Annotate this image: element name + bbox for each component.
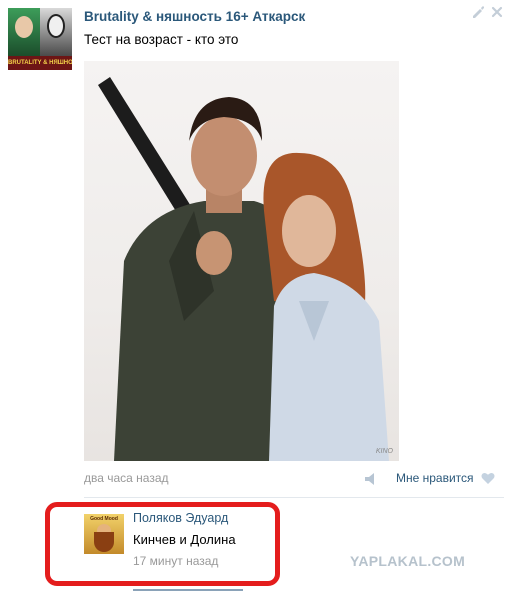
close-icon[interactable]: [490, 5, 504, 19]
group-name-link[interactable]: Brutality & няшность 16+ Аткарск: [84, 9, 305, 24]
post-text: Тест на возраст - кто это: [84, 32, 239, 47]
rifle-barrel: [98, 77, 194, 221]
commenter-avatar-text: Good Mood: [90, 516, 118, 522]
photo-illustration: [98, 77, 389, 461]
comment-author-link[interactable]: Поляков Эдуард: [133, 511, 228, 525]
commenter-avatar-beard: [94, 532, 114, 552]
wall-post: BRUTALITY & НЯШНОСТЬ Brutality & няшност…: [0, 0, 512, 591]
heart-icon[interactable]: [481, 472, 495, 485]
woman-face: [282, 195, 336, 267]
commenter-avatar[interactable]: Good Mood: [84, 514, 124, 554]
next-comment-peek: [133, 586, 243, 591]
woman-shirt: [269, 273, 389, 461]
like-button[interactable]: Мне нравится: [396, 471, 474, 485]
avatar-left-face: [15, 16, 33, 38]
group-avatar[interactable]: BRUTALITY & НЯШНОСТЬ: [8, 8, 72, 70]
edit-icon[interactable]: [471, 5, 485, 19]
man-hand: [196, 231, 232, 275]
site-watermark: YAPLAKAL.COM: [350, 553, 466, 569]
post-timestamp[interactable]: два часа назад: [84, 471, 169, 485]
avatar-strip-text: BRUTALITY & НЯШНОСТЬ: [8, 56, 72, 70]
photo-watermark: KINO: [375, 448, 393, 455]
avatar-right-face: [47, 14, 65, 38]
comments-divider: [84, 497, 504, 498]
share-icon[interactable]: [364, 473, 378, 485]
comment-timestamp[interactable]: 17 минут назад: [133, 554, 218, 568]
comment-text: Кинчев и Долина: [133, 532, 236, 547]
post-photo[interactable]: KINO: [84, 61, 399, 461]
man-face: [191, 116, 257, 196]
